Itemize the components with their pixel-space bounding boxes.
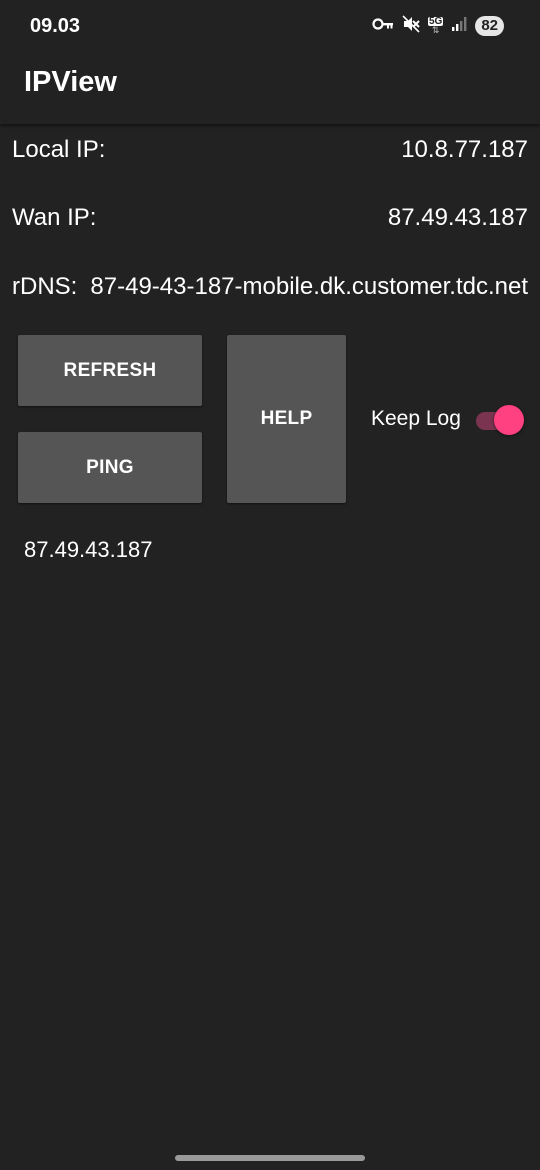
wan-ip-row: Wan IP: 87.49.43.187: [12, 204, 528, 234]
local-ip-value: 10.8.77.187: [401, 136, 528, 163]
switch-thumb[interactable]: [494, 405, 524, 435]
wan-ip-label: Wan IP:: [12, 204, 97, 231]
status-icons: 5G ⇅ 82: [372, 14, 504, 38]
help-button[interactable]: HELP: [227, 335, 346, 503]
mute-icon: [402, 14, 420, 38]
ping-button[interactable]: PING: [18, 432, 202, 503]
keep-log-label: Keep Log: [371, 407, 461, 430]
app-bar: IPView: [0, 52, 540, 124]
wan-ip-value: 87.49.43.187: [387, 204, 528, 231]
5g-icon: 5G ⇅: [427, 16, 444, 35]
gesture-nav-handle[interactable]: [175, 1155, 365, 1161]
status-bar: 09.03 5G ⇅ 82: [0, 0, 540, 52]
app-title: IPView: [24, 66, 117, 98]
log-output: 87.49.43.187: [24, 537, 153, 562]
local-ip-row: Local IP: 10.8.77.187: [12, 136, 528, 166]
rdns-row: rDNS: 87-49-43-187-mobile.dk.customer.td…: [12, 273, 528, 303]
refresh-button[interactable]: REFRESH: [18, 335, 202, 406]
rdns-label: rDNS:: [12, 273, 78, 300]
signal-icon: [451, 16, 467, 37]
key-icon: [372, 17, 394, 36]
rdns-value: 87-49-43-187-mobile.dk.customer.tdc.net: [90, 273, 528, 300]
local-ip-label: Local IP:: [12, 136, 106, 163]
keep-log-switch[interactable]: [474, 404, 524, 436]
status-time: 09.03: [30, 15, 81, 37]
battery-icon: 82: [475, 16, 504, 36]
